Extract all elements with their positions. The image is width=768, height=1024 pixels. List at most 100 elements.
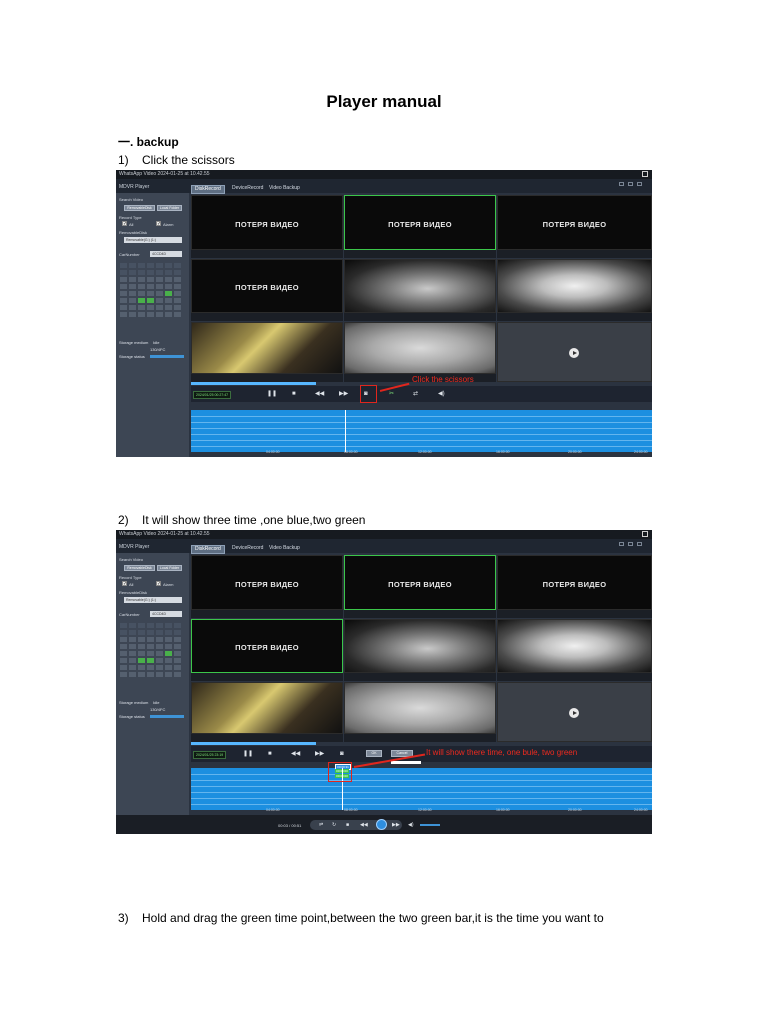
local-folder-button[interactable]: Local Folder [157, 205, 182, 211]
calendar-cell[interactable] [138, 658, 145, 663]
calendar-cell[interactable] [120, 298, 127, 303]
calendar-cell[interactable] [174, 658, 181, 663]
calendar-cell[interactable] [120, 263, 127, 268]
calendar-cell[interactable] [165, 637, 172, 642]
calendar-cell[interactable] [138, 623, 145, 628]
calendar-cell[interactable] [156, 651, 163, 656]
rewind-icon[interactable]: ◀◀ [315, 391, 324, 397]
tab-devicerecord[interactable]: DeviceRecord [229, 545, 266, 552]
calendar-cell[interactable] [174, 291, 181, 296]
calendar-cell[interactable] [174, 270, 181, 275]
all-checkbox[interactable]: ✓ [122, 581, 127, 587]
calendar-cell[interactable] [129, 644, 136, 649]
calendar-cell[interactable] [120, 291, 127, 296]
calendar-cell[interactable] [120, 623, 127, 628]
calendar-cell[interactable] [174, 637, 181, 642]
calendar-cell[interactable] [165, 284, 172, 289]
video-channel-1[interactable]: ПОТЕРЯ ВИДЕО [191, 555, 343, 610]
calendar-cell[interactable] [156, 644, 163, 649]
close-icon[interactable] [637, 182, 642, 186]
play-pause-button[interactable] [376, 819, 387, 830]
alarm-checkbox[interactable]: ✓ [156, 581, 161, 587]
calendar-cell[interactable] [147, 644, 154, 649]
calendar[interactable] [120, 623, 185, 699]
calendar-cell[interactable] [165, 298, 172, 303]
calendar-cell[interactable] [156, 284, 163, 289]
calendar-cell[interactable] [147, 651, 154, 656]
car-number-select[interactable]: 4CCD4D [150, 611, 182, 617]
progress-bar[interactable] [191, 742, 316, 745]
calendar-cell[interactable] [138, 291, 145, 296]
calendar-cell[interactable] [156, 291, 163, 296]
tab-diskrecord[interactable]: DiskRecord [191, 185, 225, 194]
calendar-cell[interactable] [165, 665, 172, 670]
calendar-cell[interactable] [129, 665, 136, 670]
volume-icon[interactable]: ◀) [438, 391, 445, 397]
calendar-cell[interactable] [174, 644, 181, 649]
video-channel-7[interactable] [191, 322, 343, 374]
calendar[interactable] [120, 263, 185, 339]
calendar-cell[interactable] [120, 637, 127, 642]
timeline-cursor[interactable] [345, 410, 346, 452]
close-icon[interactable] [637, 542, 642, 546]
calendar-cell[interactable] [147, 312, 154, 317]
calendar-cell[interactable] [147, 672, 154, 677]
calendar-cell[interactable] [138, 672, 145, 677]
calendar-cell[interactable] [174, 672, 181, 677]
removable-disk-button[interactable]: RemovableDisk [124, 565, 155, 571]
calendar-cell[interactable] [174, 284, 181, 289]
play-icon[interactable] [569, 708, 579, 718]
calendar-cell[interactable] [156, 263, 163, 268]
calendar-cell[interactable] [174, 277, 181, 282]
calendar-cell[interactable] [174, 651, 181, 656]
calendar-cell[interactable] [174, 630, 181, 635]
calendar-cell[interactable] [138, 312, 145, 317]
calendar-cell[interactable] [129, 298, 136, 303]
alarm-checkbox[interactable]: ✓ [156, 221, 161, 227]
calendar-cell[interactable] [129, 651, 136, 656]
camera-icon[interactable]: ◙ [340, 751, 344, 757]
video-channel-3[interactable]: ПОТЕРЯ ВИДЕО [497, 555, 652, 610]
calendar-cell[interactable] [156, 672, 163, 677]
calendar-cell[interactable] [147, 284, 154, 289]
volume-icon[interactable]: ◀) [408, 822, 414, 828]
removable-disk-button[interactable]: RemovableDisk [124, 205, 155, 211]
calendar-cell[interactable] [129, 291, 136, 296]
calendar-cell[interactable] [174, 305, 181, 310]
calendar-cell[interactable] [174, 263, 181, 268]
calendar-cell[interactable] [129, 305, 136, 310]
calendar-cell[interactable] [156, 665, 163, 670]
calendar-cell[interactable] [120, 672, 127, 677]
maximize-icon[interactable] [628, 542, 633, 546]
calendar-cell[interactable] [120, 277, 127, 282]
pause-icon[interactable]: ❚❚ [243, 751, 253, 757]
calendar-cell[interactable] [147, 623, 154, 628]
calendar-cell[interactable] [129, 312, 136, 317]
calendar-cell[interactable] [165, 263, 172, 268]
calendar-cell[interactable] [147, 298, 154, 303]
stop-icon[interactable]: ■ [292, 391, 296, 397]
calendar-cell[interactable] [156, 277, 163, 282]
fullscreen-icon[interactable] [642, 171, 648, 177]
calendar-cell[interactable] [165, 277, 172, 282]
tab-videobackup[interactable]: Video Backup [266, 545, 303, 552]
calendar-cell[interactable] [138, 270, 145, 275]
all-checkbox[interactable]: ✓ [122, 221, 127, 227]
calendar-cell[interactable] [129, 637, 136, 642]
calendar-cell[interactable] [147, 277, 154, 282]
rewind-icon[interactable]: ◀◀ [291, 751, 300, 757]
video-channel-3[interactable]: ПОТЕРЯ ВИДЕО [497, 195, 652, 250]
calendar-cell[interactable] [147, 630, 154, 635]
disk-select[interactable]: Removable(G:) (1:) [124, 597, 182, 603]
calendar-cell[interactable] [156, 658, 163, 663]
volume-slider[interactable] [420, 824, 440, 826]
calendar-cell[interactable] [147, 658, 154, 663]
previous-icon[interactable]: ◀◀ [360, 822, 368, 828]
shuffle-icon[interactable]: ⇌ [319, 822, 323, 828]
calendar-cell[interactable] [147, 665, 154, 670]
pause-icon[interactable]: ❚❚ [267, 391, 277, 397]
calendar-cell[interactable] [138, 263, 145, 268]
minimize-icon[interactable] [619, 182, 624, 186]
calendar-cell[interactable] [120, 665, 127, 670]
calendar-cell[interactable] [129, 623, 136, 628]
